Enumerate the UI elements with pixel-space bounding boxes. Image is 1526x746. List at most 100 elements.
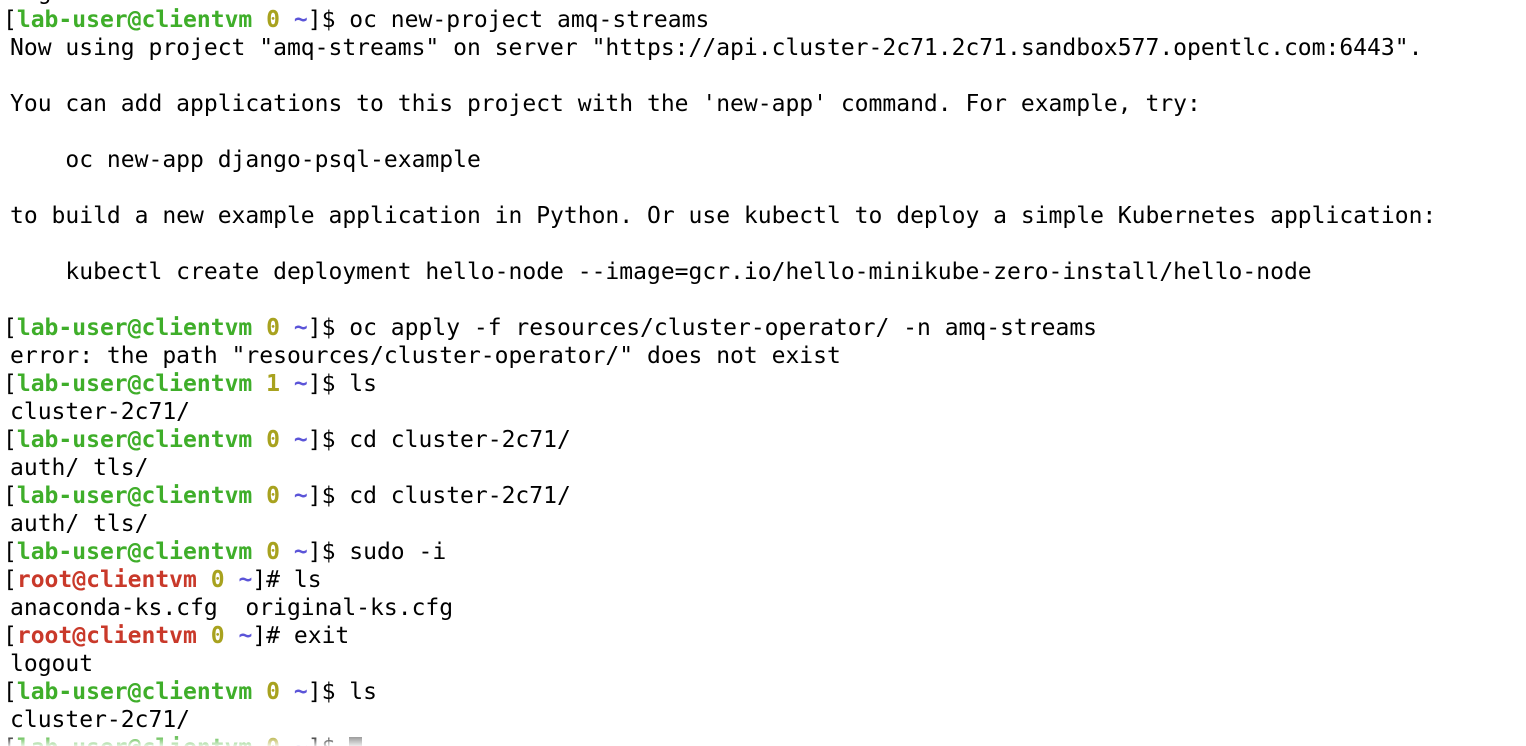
prompt-user-host: lab-user@clientvm xyxy=(16,539,253,565)
prompt-close-bracket: ] xyxy=(307,483,322,509)
prompt-user-host: lab-user@clientvm xyxy=(16,315,253,341)
prompt-symbol: $ xyxy=(321,539,336,565)
output-line: auth/ tls/ xyxy=(10,455,149,481)
output-line: logout xyxy=(10,651,94,677)
output-line: error: the path "resources/cluster-opera… xyxy=(10,343,841,369)
prompt-line: [lab-user@clientvm 0 ~]$ oc new-project … xyxy=(3,6,1436,34)
prompt-exit-code: 1 xyxy=(266,371,280,397)
prompt-open-bracket: [ xyxy=(3,371,17,397)
command-text: oc apply -f resources/cluster-operator/ … xyxy=(335,315,1098,341)
prompt-close-bracket: ] xyxy=(307,679,322,705)
prompt-exit-code: 0 xyxy=(210,623,225,649)
prompt-user-host: lab-user@clientvm xyxy=(16,427,253,453)
prompt-open-bracket: [ xyxy=(3,7,17,33)
prompt-exit-code: 0 xyxy=(266,7,280,33)
prompt-directory: ~ xyxy=(238,567,253,593)
prompt-directory: ~ xyxy=(238,623,253,649)
command-text xyxy=(335,735,349,746)
command-text: exit xyxy=(280,623,350,649)
output-line: cluster-2c71/ xyxy=(10,399,191,425)
output-line: to build a new example application in Py… xyxy=(10,203,1437,229)
prompt-directory: ~ xyxy=(293,483,308,509)
prompt-line: [lab-user@clientvm 0 ~]$ cd cluster-2c71… xyxy=(3,482,1436,510)
prompt-directory: ~ xyxy=(293,427,308,453)
prompt-open-bracket: [ xyxy=(3,427,17,453)
terminal-output: logout[lab-user@clientvm 0 ~]$ oc new-pr… xyxy=(3,0,1437,746)
prompt-open-bracket: [ xyxy=(3,735,17,746)
prompt-user-host: lab-user@clientvm xyxy=(16,483,253,509)
command-text: ls xyxy=(280,567,322,593)
prompt-exit-code: 0 xyxy=(266,427,280,453)
output-line: Now using project "amq-streams" on serve… xyxy=(10,35,1423,61)
prompt-symbol: $ xyxy=(321,483,336,509)
prompt-directory: ~ xyxy=(293,371,308,397)
prompt-symbol: # xyxy=(266,567,281,593)
prompt-symbol: $ xyxy=(321,371,336,397)
output-line: oc new-app django-psql-example xyxy=(10,147,481,173)
command-text: cd cluster-2c71/ xyxy=(335,483,571,509)
prompt-close-bracket: ] xyxy=(308,735,322,746)
prompt-exit-code: 0 xyxy=(210,567,225,593)
prompt-close-bracket: ] xyxy=(252,567,267,593)
prompt-close-bracket: ] xyxy=(307,315,322,341)
output-line: anaconda-ks.cfg original-ks.cfg xyxy=(10,595,454,621)
output-line: kubectl create deployment hello-node --i… xyxy=(10,259,1312,285)
prompt-line: [lab-user@clientvm 0 ~]$ oc apply -f res… xyxy=(3,314,1436,342)
prompt-user-host: root@clientvm xyxy=(16,623,197,649)
prompt-exit-code: 0 xyxy=(266,679,280,705)
output-line: auth/ tls/ xyxy=(10,511,149,537)
prompt-close-bracket: ] xyxy=(252,623,267,649)
prompt-user-host: lab-user@clientvm xyxy=(16,7,253,33)
prompt-directory: ~ xyxy=(293,7,308,33)
prompt-symbol: $ xyxy=(322,735,336,746)
prompt-user-host: lab-user@clientvm xyxy=(17,735,252,746)
prompt-user-host: lab-user@clientvm xyxy=(16,371,253,397)
prompt-directory: ~ xyxy=(293,539,308,565)
command-text: ls xyxy=(335,679,377,705)
terminal-window[interactable]: logout[lab-user@clientvm 0 ~]$ oc new-pr… xyxy=(0,0,1526,746)
prompt-line: [lab-user@clientvm 0 ~]$ sudo -i xyxy=(3,538,1436,566)
prompt-symbol: $ xyxy=(321,315,336,341)
prompt-line: [lab-user@clientvm 1 ~]$ ls xyxy=(3,370,1436,398)
prompt-symbol: $ xyxy=(321,427,336,453)
prompt-exit-code: 0 xyxy=(266,483,280,509)
prompt-user-host: root@clientvm xyxy=(16,567,197,593)
prompt-line: [root@clientvm 0 ~]# ls xyxy=(3,566,1436,594)
prompt-close-bracket: ] xyxy=(307,7,322,33)
prompt-open-bracket: [ xyxy=(3,483,17,509)
prompt-directory: ~ xyxy=(293,679,308,705)
prompt-close-bracket: ] xyxy=(307,371,322,397)
prompt-directory: ~ xyxy=(293,315,308,341)
output-line: You can add applications to this project… xyxy=(10,91,1201,117)
prompt-open-bracket: [ xyxy=(3,315,17,341)
output-line: cluster-2c71/ xyxy=(10,707,191,733)
prompt-close-bracket: ] xyxy=(307,427,322,453)
prompt-exit-code: 0 xyxy=(266,315,280,341)
prompt-open-bracket: [ xyxy=(3,623,17,649)
prompt-line: [lab-user@clientvm 0 ~]$ ls xyxy=(3,678,1436,706)
prompt-line: [lab-user@clientvm 0 ~]$ xyxy=(3,734,1436,746)
prompt-close-bracket: ] xyxy=(307,539,322,565)
command-text: oc new-project amq-streams xyxy=(335,7,710,33)
prompt-exit-code: 0 xyxy=(266,539,280,565)
prompt-directory: ~ xyxy=(294,735,308,746)
prompt-symbol: # xyxy=(266,623,281,649)
prompt-user-host: lab-user@clientvm xyxy=(16,679,253,705)
prompt-open-bracket: [ xyxy=(3,679,17,705)
prompt-symbol: $ xyxy=(321,679,336,705)
prompt-line: [lab-user@clientvm 0 ~]$ cd cluster-2c71… xyxy=(3,426,1436,454)
command-text: sudo -i xyxy=(335,539,447,565)
command-text: ls xyxy=(335,371,377,397)
prompt-exit-code: 0 xyxy=(266,735,280,746)
prompt-line: [root@clientvm 0 ~]# exit xyxy=(3,622,1436,650)
prompt-open-bracket: [ xyxy=(3,539,17,565)
prompt-symbol: $ xyxy=(321,7,336,33)
cursor-block xyxy=(349,736,363,746)
prompt-open-bracket: [ xyxy=(3,567,17,593)
command-text: cd cluster-2c71/ xyxy=(335,427,571,453)
